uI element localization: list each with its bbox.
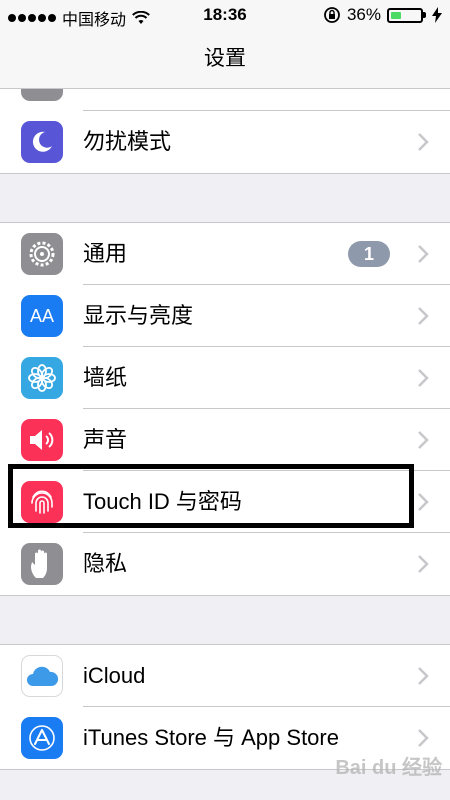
moon-icon [21, 121, 63, 163]
row-label: 墙纸 [83, 365, 128, 390]
settings-group-general: 通用 1 AA 显示与亮度 墙纸 声音 Touch ID 与密码 隐私 [0, 222, 450, 596]
text-size-glyph: AA [29, 305, 54, 326]
speaker-icon [21, 419, 63, 461]
settings-group-dnd: 勿扰模式 [0, 111, 450, 174]
row-general[interactable]: 通用 1 [0, 223, 450, 285]
row-display-brightness[interactable]: AA 显示与亮度 [0, 285, 450, 347]
row-icloud[interactable]: iCloud [0, 645, 450, 707]
row-label: 声音 [83, 427, 128, 452]
chevron-right-icon [418, 245, 429, 263]
row-privacy[interactable]: 隐私 [0, 533, 450, 595]
gear-icon [21, 233, 63, 275]
notification-badge: 1 [348, 241, 390, 267]
row-label: 显示与亮度 [83, 303, 194, 328]
row-label: Touch ID 与密码 [83, 489, 242, 514]
row-label: 勿扰模式 [83, 129, 172, 154]
chevron-right-icon [418, 133, 429, 151]
battery-icon [387, 7, 423, 23]
chevron-right-icon [418, 431, 429, 449]
cloud-icon [21, 655, 63, 697]
app-store-icon [21, 717, 63, 759]
row-label: 隐私 [83, 551, 128, 576]
battery-percent: 36% [346, 5, 381, 24]
partial-row-icon [21, 89, 63, 101]
flower-icon [21, 357, 63, 399]
row-label: iCloud [83, 663, 146, 688]
navigation-bar: 设置 [0, 30, 450, 89]
chevron-right-icon [418, 729, 429, 747]
row-label: 通用 [83, 241, 128, 266]
text-size-icon: AA [21, 295, 63, 337]
row-sounds[interactable]: 声音 [0, 409, 450, 471]
row-label: iTunes Store 与 App Store [83, 725, 339, 750]
status-bar: 中国移动 18:36 36% [0, 0, 450, 30]
fingerprint-icon [21, 481, 63, 523]
chevron-right-icon [418, 369, 429, 387]
list-item-partial [0, 89, 450, 111]
row-touch-id-passcode[interactable]: Touch ID 与密码 [0, 471, 450, 533]
page-title: 设置 [204, 47, 246, 70]
chevron-right-icon [418, 307, 429, 325]
chevron-right-icon [418, 555, 429, 573]
rotation-lock-icon [324, 7, 340, 23]
chevron-right-icon [418, 667, 429, 685]
watermark: Bai du 经验 [335, 757, 442, 779]
hand-icon [21, 543, 63, 585]
chevron-right-icon [418, 493, 429, 511]
row-wallpaper[interactable]: 墙纸 [0, 347, 450, 409]
row-do-not-disturb[interactable]: 勿扰模式 [0, 111, 450, 173]
charging-icon [432, 7, 442, 23]
